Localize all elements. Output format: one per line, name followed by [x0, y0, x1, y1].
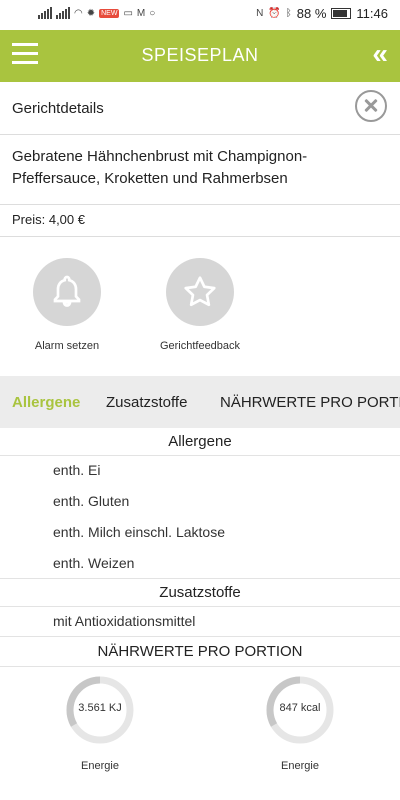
tab-naehrwerte[interactable]: NÄHRWERTE PRO PORTION	[220, 394, 400, 411]
battery-percent: 88 %	[296, 6, 327, 21]
tab-zusatzstoffe[interactable]: Zusatzstoffe	[106, 394, 187, 411]
sync-icon: ○	[149, 7, 156, 19]
double-chevron-left-icon[interactable]: «	[372, 40, 388, 68]
alarm-button[interactable]: Alarm setzen	[17, 258, 117, 352]
feedback-button[interactable]: Gerichtfeedback	[150, 258, 250, 352]
close-icon[interactable]	[355, 90, 387, 122]
energy-kj-value: 3.561 KJ	[78, 702, 122, 714]
energy-kj-label: Energie	[81, 760, 119, 772]
tab-allergene[interactable]: Allergene	[12, 394, 80, 411]
detail-title: Gerichtdetails	[12, 100, 104, 117]
clock: 11:46	[356, 6, 388, 21]
battery-icon	[331, 8, 352, 19]
mail-icon: M	[136, 7, 146, 19]
bell-icon	[33, 258, 101, 326]
allergens-title: Allergene	[168, 433, 232, 450]
wifi-icon: ◠	[74, 7, 83, 19]
feedback-label: Gerichtfeedback	[159, 340, 241, 352]
divider	[0, 666, 400, 667]
status-bar: ◠ ✹ NEW ▭ M ○ N ⏰ ᛒ 88 % 11:46	[0, 0, 400, 30]
list-item: enth. Milch einschl. Laktose	[53, 524, 225, 540]
list-item: enth. Weizen	[53, 555, 135, 571]
bluetooth-icon: ᛒ	[285, 8, 292, 19]
price: Preis: 4,00 €	[12, 212, 85, 227]
list-item: enth. Ei	[53, 462, 101, 478]
brightness-icon: ✹	[86, 7, 96, 19]
tab-bar: Allergene Zusatzstoffe NÄHRWERTE PRO POR…	[0, 376, 400, 428]
divider	[0, 455, 400, 456]
notification-badge: NEW	[99, 8, 120, 18]
signal-icon-2	[56, 7, 70, 19]
list-item: mit Antioxidationsmittel	[53, 613, 196, 629]
app-header: SPEISEPLAN «	[0, 30, 400, 82]
divider	[0, 606, 400, 607]
alarm-icon: ⏰	[268, 8, 281, 19]
divider	[0, 578, 400, 579]
signal-icon	[38, 7, 52, 19]
detail-header: Gerichtdetails	[0, 82, 400, 135]
energy-kcal-value: 847 kcal	[279, 702, 321, 714]
app-notification-icon: ▭	[123, 7, 133, 19]
nutrition-title: NÄHRWERTE PRO PORTION	[97, 643, 303, 660]
divider	[0, 236, 400, 237]
dish-name: Gebratene Hähnchenbrust mit Champignon-P…	[12, 148, 308, 187]
page-title: SPEISEPLAN	[141, 45, 259, 65]
nfc-icon: N	[256, 8, 264, 19]
divider	[0, 636, 400, 637]
energy-kcal-label: Energie	[281, 760, 319, 772]
divider	[0, 204, 400, 205]
additives-title: Zusatzstoffe	[159, 584, 241, 601]
list-item: enth. Gluten	[53, 493, 130, 509]
alarm-label: Alarm setzen	[34, 340, 100, 352]
star-icon	[166, 258, 234, 326]
